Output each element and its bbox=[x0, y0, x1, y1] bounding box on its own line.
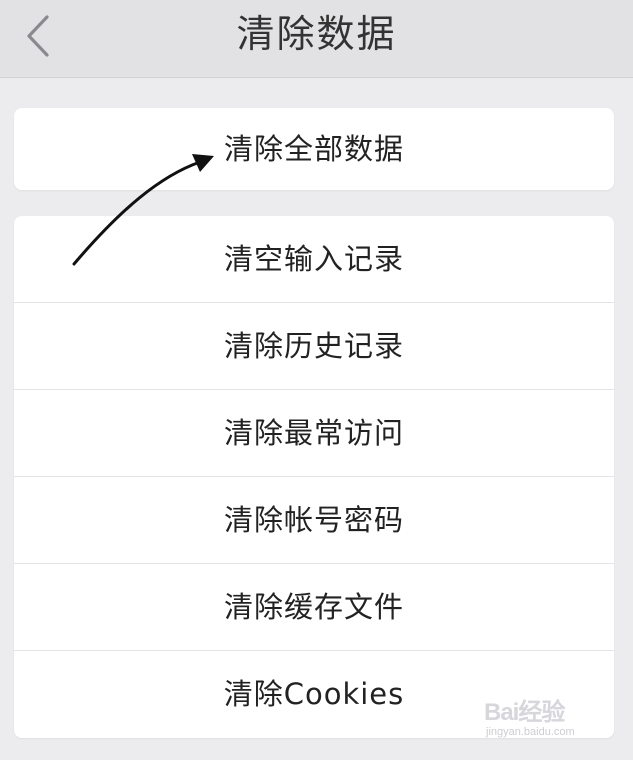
navigation-bar: 清除数据 bbox=[0, 0, 633, 78]
clear-options-list: 清空输入记录 清除历史记录 清除最常访问 清除帐号密码 清除缓存文件 清除Coo… bbox=[14, 216, 614, 738]
clear-input-history-item[interactable]: 清空输入记录 bbox=[14, 216, 614, 303]
clear-account-passwords-item[interactable]: 清除帐号密码 bbox=[14, 477, 614, 564]
clear-cookies-item[interactable]: 清除Cookies bbox=[14, 651, 614, 738]
clear-cache-files-item[interactable]: 清除缓存文件 bbox=[14, 564, 614, 651]
primary-action-card: 清除全部数据 bbox=[14, 108, 614, 190]
clear-most-visited-item[interactable]: 清除最常访问 bbox=[14, 390, 614, 477]
page-title: 清除数据 bbox=[236, 12, 397, 56]
clear-all-data-button[interactable]: 清除全部数据 bbox=[14, 108, 614, 190]
clear-browsing-history-item[interactable]: 清除历史记录 bbox=[14, 303, 614, 390]
